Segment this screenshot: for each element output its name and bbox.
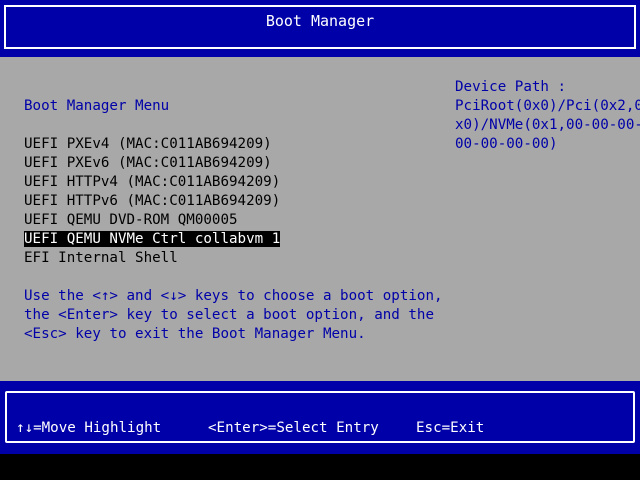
header-bar: Boot Manager xyxy=(0,0,640,57)
device-path-value: 00-00-00-00) xyxy=(455,136,558,152)
boot-entry-pxev4[interactable]: UEFI PXEv4 (MAC:C011AB694209) xyxy=(24,135,280,154)
boot-entry-label: UEFI PXEv6 (MAC:C011AB694209) xyxy=(24,155,272,171)
device-path-value: PciRoot(0x0)/Pci(0x2,0 xyxy=(455,98,640,114)
boot-entry-label: UEFI QEMU DVD-ROM QM00005 xyxy=(24,212,238,228)
device-path-value: x0)/NVMe(0x1,00-00-00- xyxy=(455,117,640,133)
device-path-panel: Device Path : PciRoot(0x0)/Pci(0x2,0 x0)… xyxy=(455,78,640,154)
boot-entry-efi-shell[interactable]: EFI Internal Shell xyxy=(24,249,280,268)
boot-entry-dvd-rom[interactable]: UEFI QEMU DVD-ROM QM00005 xyxy=(24,211,280,230)
help-line: the <Enter> key to select a boot option,… xyxy=(24,307,434,323)
boot-entry-label: UEFI PXEv4 (MAC:C011AB694209) xyxy=(24,136,272,152)
footer-select-hint: <Enter>=Select Entry xyxy=(208,420,379,436)
boot-entry-pxev6[interactable]: UEFI PXEv6 (MAC:C011AB694209) xyxy=(24,154,280,173)
footer-bar: ↑↓=Move Highlight <Enter>=Select Entry E… xyxy=(0,381,640,454)
boot-entry-label: UEFI QEMU NVMe Ctrl collabvm 1 xyxy=(24,231,281,247)
help-text: Use the <↑> and <↓> keys to choose a boo… xyxy=(24,287,443,344)
help-line: Use the <↑> and <↓> keys to choose a boo… xyxy=(24,288,443,304)
boot-entry-httpv6[interactable]: UEFI HTTPv6 (MAC:C011AB694209) xyxy=(24,192,280,211)
device-path-label: Device Path : xyxy=(455,79,567,95)
boot-entry-label: EFI Internal Shell xyxy=(24,250,178,266)
help-line: <Esc> key to exit the Boot Manager Menu. xyxy=(24,326,366,342)
screen-bottom-margin xyxy=(0,454,640,480)
boot-entry-list: UEFI PXEv4 (MAC:C011AB694209) UEFI PXEv6… xyxy=(24,135,281,268)
boot-entry-nvme[interactable]: UEFI QEMU NVMe Ctrl collabvm 1 xyxy=(24,230,281,249)
boot-entry-label: UEFI HTTPv6 (MAC:C011AB694209) xyxy=(24,193,281,209)
boot-entry-httpv4[interactable]: UEFI HTTPv4 (MAC:C011AB694209) xyxy=(24,173,280,192)
main-panel: Boot Manager Menu UEFI PXEv4 (MAC:C011AB… xyxy=(0,57,640,381)
menu-title: Boot Manager Menu xyxy=(24,98,170,114)
footer-move-hint: ↑↓=Move Highlight xyxy=(16,420,162,436)
footer-exit-hint: Esc=Exit xyxy=(416,420,485,436)
page-title: Boot Manager xyxy=(265,12,375,30)
boot-entry-label: UEFI HTTPv4 (MAC:C011AB694209) xyxy=(24,174,281,190)
